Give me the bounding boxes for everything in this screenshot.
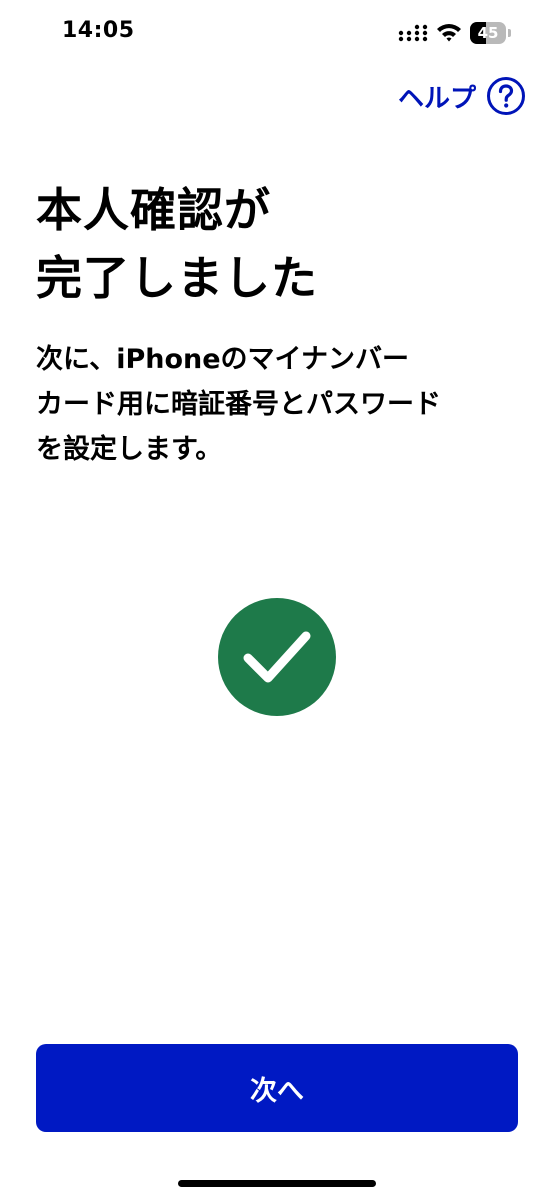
status-bar: 14:05 45 [0, 0, 554, 66]
battery-percentage: 45 [477, 24, 499, 42]
status-time: 14:05 [62, 18, 135, 43]
description-text: 次に、iPhoneのマイナンバー カード用に暗証番号とパスワード を設定します。 [36, 337, 520, 472]
cellular-signal-icon [398, 24, 428, 42]
next-button[interactable]: 次へ [36, 1044, 518, 1132]
battery-indicator: 45 [470, 22, 512, 44]
page-title: 本人確認が 完了しました [36, 176, 506, 312]
battery-cap [508, 29, 511, 37]
help-link[interactable]: ヘルプ [398, 76, 526, 116]
wifi-icon [437, 24, 461, 42]
success-badge [218, 598, 336, 716]
question-circle-icon [487, 77, 525, 115]
page-title-line-1: 本人確認が [36, 183, 271, 237]
checkmark-icon [243, 631, 311, 683]
description-line-3: を設定します。 [36, 434, 223, 465]
home-indicator[interactable] [178, 1180, 376, 1187]
battery-body: 45 [470, 22, 506, 44]
help-label: ヘルプ [397, 83, 476, 114]
description-line-2: カード用に暗証番号とパスワード [36, 389, 441, 420]
page-title-line-2: 完了しました [36, 251, 318, 305]
description-line-1: 次に、iPhoneのマイナンバー [36, 344, 409, 375]
